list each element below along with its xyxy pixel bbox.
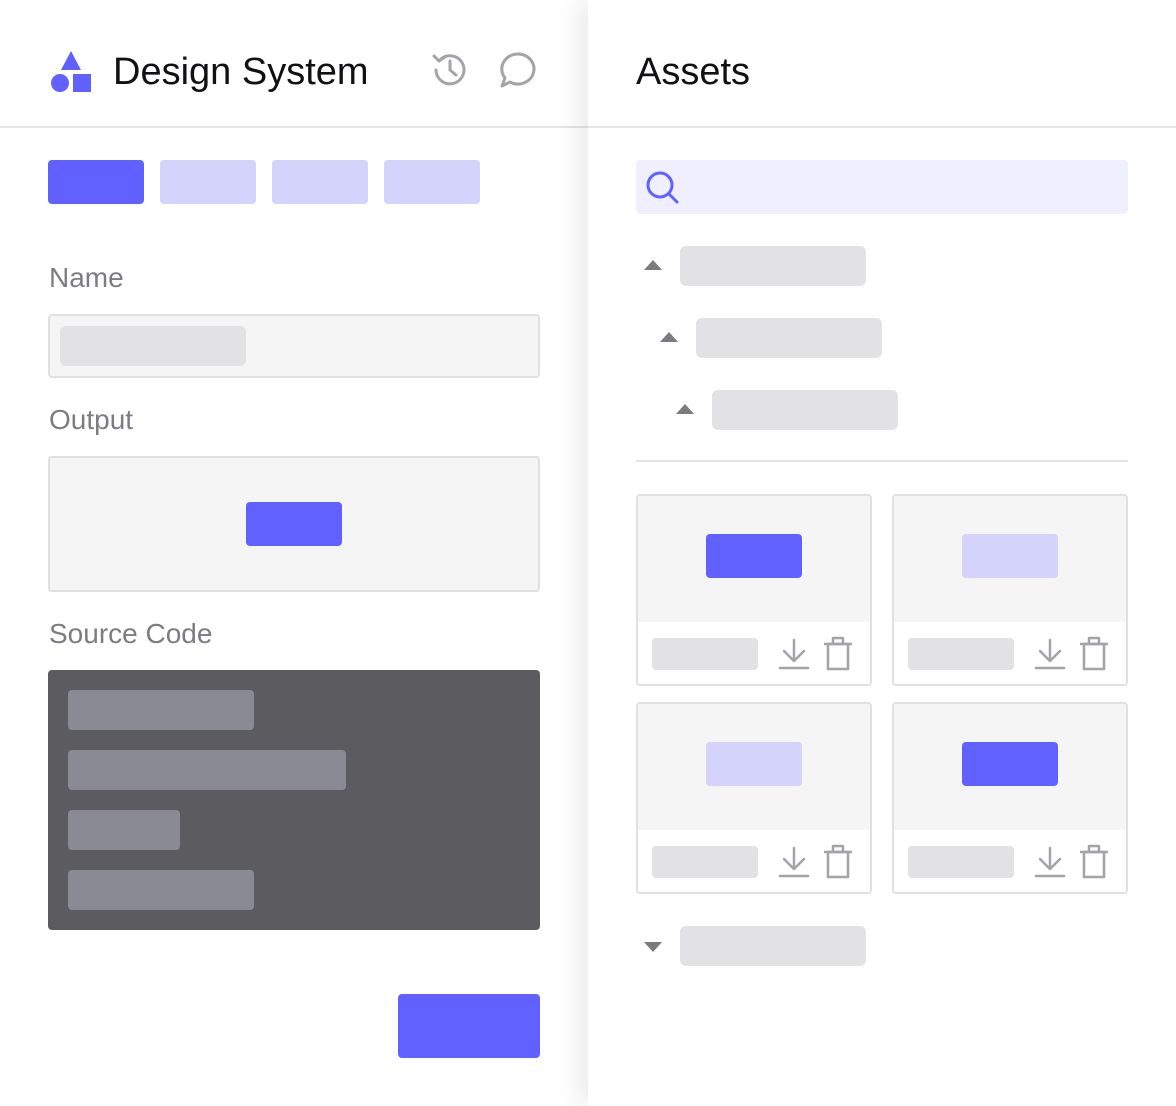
tree-item-label	[712, 390, 898, 430]
asset-card-name	[652, 638, 758, 670]
code-line	[68, 750, 346, 790]
trash-icon[interactable]	[1076, 634, 1112, 674]
editor-header: Design System	[0, 0, 588, 128]
download-icon[interactable]	[776, 842, 812, 882]
output-label: Output	[49, 404, 134, 435]
source-code-label: Source Code	[49, 618, 213, 649]
asset-swatch	[962, 534, 1058, 578]
assets-title: Assets	[636, 51, 751, 93]
history-icon[interactable]	[430, 50, 470, 90]
asset-card[interactable]	[636, 702, 872, 894]
tab-1[interactable]	[48, 160, 144, 204]
tab-3[interactable]	[272, 160, 368, 204]
caret-up-icon[interactable]	[660, 332, 678, 342]
asset-swatch	[962, 742, 1058, 786]
tree-item-label	[680, 926, 866, 966]
shapes-logo-icon	[51, 51, 91, 92]
trash-icon[interactable]	[820, 634, 856, 674]
asset-card-name	[908, 638, 1014, 670]
trash-icon[interactable]	[1076, 842, 1112, 882]
code-line	[68, 810, 180, 850]
tab-2[interactable]	[160, 160, 256, 204]
asset-card-preview	[894, 704, 1126, 830]
code-line	[68, 690, 254, 730]
tree-item-level-2[interactable]	[676, 390, 906, 430]
code-line	[68, 870, 254, 910]
asset-card[interactable]	[892, 702, 1128, 894]
download-icon[interactable]	[1032, 634, 1068, 674]
app-title: Design System	[113, 51, 369, 93]
asset-card-preview	[638, 704, 870, 830]
search-input[interactable]	[688, 160, 1118, 214]
asset-card[interactable]	[892, 494, 1128, 686]
tree-item-collapsed[interactable]	[644, 926, 874, 966]
asset-card-name	[908, 846, 1014, 878]
download-icon[interactable]	[1032, 842, 1068, 882]
asset-swatch	[706, 742, 802, 786]
name-label: Name	[49, 262, 124, 293]
editor-panel: Design System Name Output Source Code	[0, 0, 588, 1106]
tab-4[interactable]	[384, 160, 480, 204]
assets-header: Assets	[588, 0, 1176, 128]
tree-item-label	[680, 246, 866, 286]
source-code-editor[interactable]	[48, 670, 540, 930]
tree-item-level-0[interactable]	[644, 246, 874, 286]
caret-down-icon[interactable]	[644, 942, 662, 952]
asset-search[interactable]	[636, 160, 1128, 214]
tree-item-level-1[interactable]	[660, 318, 890, 358]
name-field[interactable]	[48, 314, 540, 378]
asset-card-name	[652, 846, 758, 878]
caret-up-icon[interactable]	[676, 404, 694, 414]
asset-card-preview	[638, 496, 870, 622]
tree-divider	[636, 460, 1128, 462]
caret-up-icon[interactable]	[644, 260, 662, 270]
asset-card[interactable]	[636, 494, 872, 686]
download-icon[interactable]	[776, 634, 812, 674]
assets-panel: Assets	[588, 0, 1176, 1106]
output-preview-component[interactable]	[246, 502, 342, 546]
asset-card-preview	[894, 496, 1126, 622]
name-value-placeholder	[60, 326, 246, 366]
tab-bar	[48, 160, 480, 204]
submit-button[interactable]	[398, 994, 540, 1058]
search-icon	[646, 171, 679, 204]
asset-swatch	[706, 534, 802, 578]
comment-icon[interactable]	[498, 50, 538, 90]
output-preview-box	[48, 456, 540, 592]
tree-item-label	[696, 318, 882, 358]
trash-icon[interactable]	[820, 842, 856, 882]
